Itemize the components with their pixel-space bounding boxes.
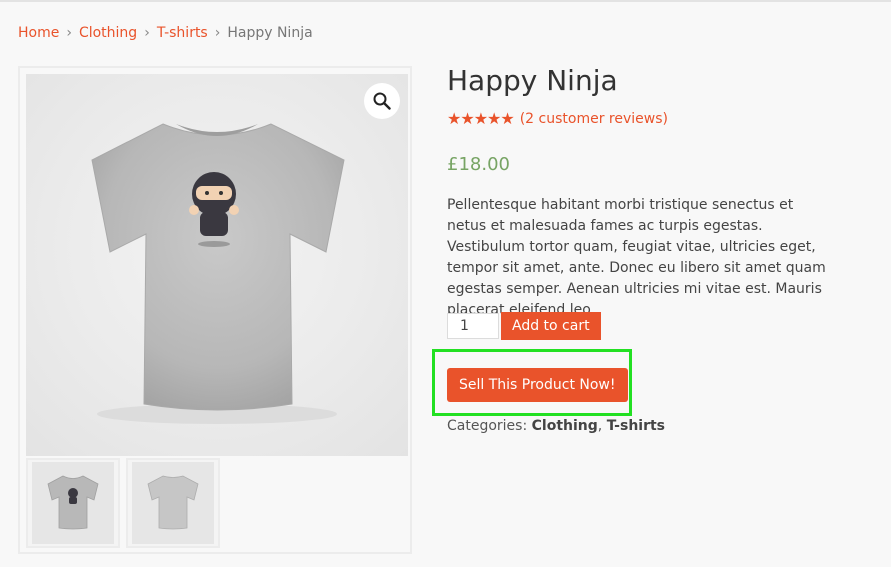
rating-row: ★★★★★ (2 customer reviews)	[447, 108, 847, 130]
customer-reviews-link[interactable]: (2 customer reviews)	[520, 111, 668, 127]
thumbnail-ninja-shirt[interactable]	[26, 458, 120, 548]
breadcrumb-home[interactable]: Home	[18, 25, 59, 41]
breadcrumb-separator-icon: ›	[214, 25, 221, 41]
product-summary: Happy Ninja ★★★★★ (2 customer reviews) £…	[432, 60, 847, 434]
category-link-tshirts[interactable]: T-shirts	[607, 418, 665, 434]
breadcrumb-clothing[interactable]: Clothing	[79, 25, 137, 41]
tshirt-thumb-front-icon	[47, 475, 99, 530]
quantity-input[interactable]	[447, 313, 499, 339]
top-divider	[0, 0, 891, 2]
add-to-cart-form: Add to cart	[447, 312, 601, 340]
product-main-image[interactable]	[26, 74, 408, 456]
product-gallery	[18, 66, 412, 554]
breadcrumb-separator-icon: ›	[144, 25, 150, 41]
product-title: Happy Ninja	[447, 64, 618, 97]
product-price: £18.00	[447, 154, 510, 175]
star-rating-icon: ★★★★★	[447, 109, 515, 128]
product-description: Pellentesque habitant morbi tristique se…	[447, 197, 826, 318]
product-categories: Categories: Clothing, T-shirts	[447, 418, 665, 434]
thumbnail-image	[132, 462, 214, 544]
zoom-button[interactable]	[364, 83, 400, 119]
thumbnail-shirt-back[interactable]	[126, 458, 220, 548]
breadcrumb-separator-icon: ›	[66, 25, 72, 41]
category-link-clothing[interactable]: Clothing	[532, 418, 598, 434]
sell-product-button[interactable]: Sell This Product Now!	[447, 368, 628, 402]
breadcrumb-tshirts[interactable]: T-shirts	[157, 25, 208, 41]
add-to-cart-button[interactable]: Add to cart	[501, 312, 601, 340]
tshirt-front-image	[91, 123, 345, 424]
category-separator: ,	[597, 418, 603, 434]
categories-label: Categories:	[447, 418, 528, 434]
breadcrumb: Home › Clothing › T-shirts › Happy Ninja	[18, 23, 313, 43]
breadcrumb-current: Happy Ninja	[227, 25, 313, 41]
tshirt-thumb-back-icon	[147, 475, 199, 530]
thumbnail-image	[32, 462, 114, 544]
magnifier-icon	[373, 92, 391, 110]
